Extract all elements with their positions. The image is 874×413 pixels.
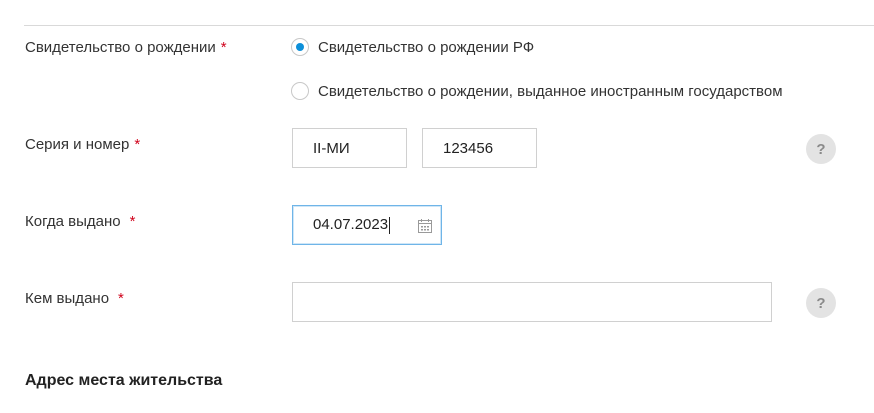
calendar-icon[interactable] — [417, 218, 433, 234]
radio-dot — [296, 43, 304, 51]
required-mark: * — [118, 290, 124, 307]
issue-date-input[interactable]: 04.07.2023 — [292, 205, 442, 245]
radio-option-rf-label: Свидетельство о рождении РФ — [318, 38, 535, 56]
issued-by-label-text: Кем выдано — [25, 290, 110, 307]
radio-option-rf[interactable]: Свидетельство о рождении РФ — [291, 38, 534, 56]
birth-cert-label-text: Свидетельство о рождении — [25, 39, 216, 56]
top-divider — [24, 25, 874, 26]
issue-date-label-text: Когда выдано — [25, 213, 121, 230]
required-mark: * — [129, 213, 136, 230]
issue-date-label: Когда выдано * — [25, 213, 135, 230]
issued-by-help-icon[interactable]: ? — [806, 288, 836, 318]
birth-cert-label: Свидетельство о рождении * — [25, 39, 227, 56]
issue-date-text: 04.07.2023 — [313, 216, 389, 234]
issue-date-value: 04.07.2023 — [293, 216, 391, 234]
number-input[interactable]: 123456 — [422, 128, 537, 168]
number-input-value: 123456 — [443, 139, 494, 157]
radio-button-unchecked[interactable] — [291, 82, 309, 100]
series-number-help-icon[interactable]: ? — [806, 134, 836, 164]
issued-by-input[interactable] — [292, 282, 772, 322]
series-input-value: II-МИ — [313, 139, 350, 157]
address-section-title: Адрес места жительства — [25, 372, 223, 389]
radio-option-foreign-label: Свидетельство о рождении, выданное иност… — [318, 82, 783, 100]
series-number-label: Серия и номер * — [25, 136, 140, 153]
required-mark: * — [220, 39, 227, 56]
series-input[interactable]: II-МИ — [292, 128, 407, 168]
series-number-label-text: Серия и номер — [25, 136, 130, 153]
issued-by-label: Кем выдано * — [25, 290, 124, 307]
radio-button-checked[interactable] — [291, 38, 309, 56]
required-mark: * — [134, 136, 141, 153]
radio-option-foreign[interactable]: Свидетельство о рождении, выданное иност… — [291, 82, 783, 100]
text-caret — [389, 216, 391, 234]
